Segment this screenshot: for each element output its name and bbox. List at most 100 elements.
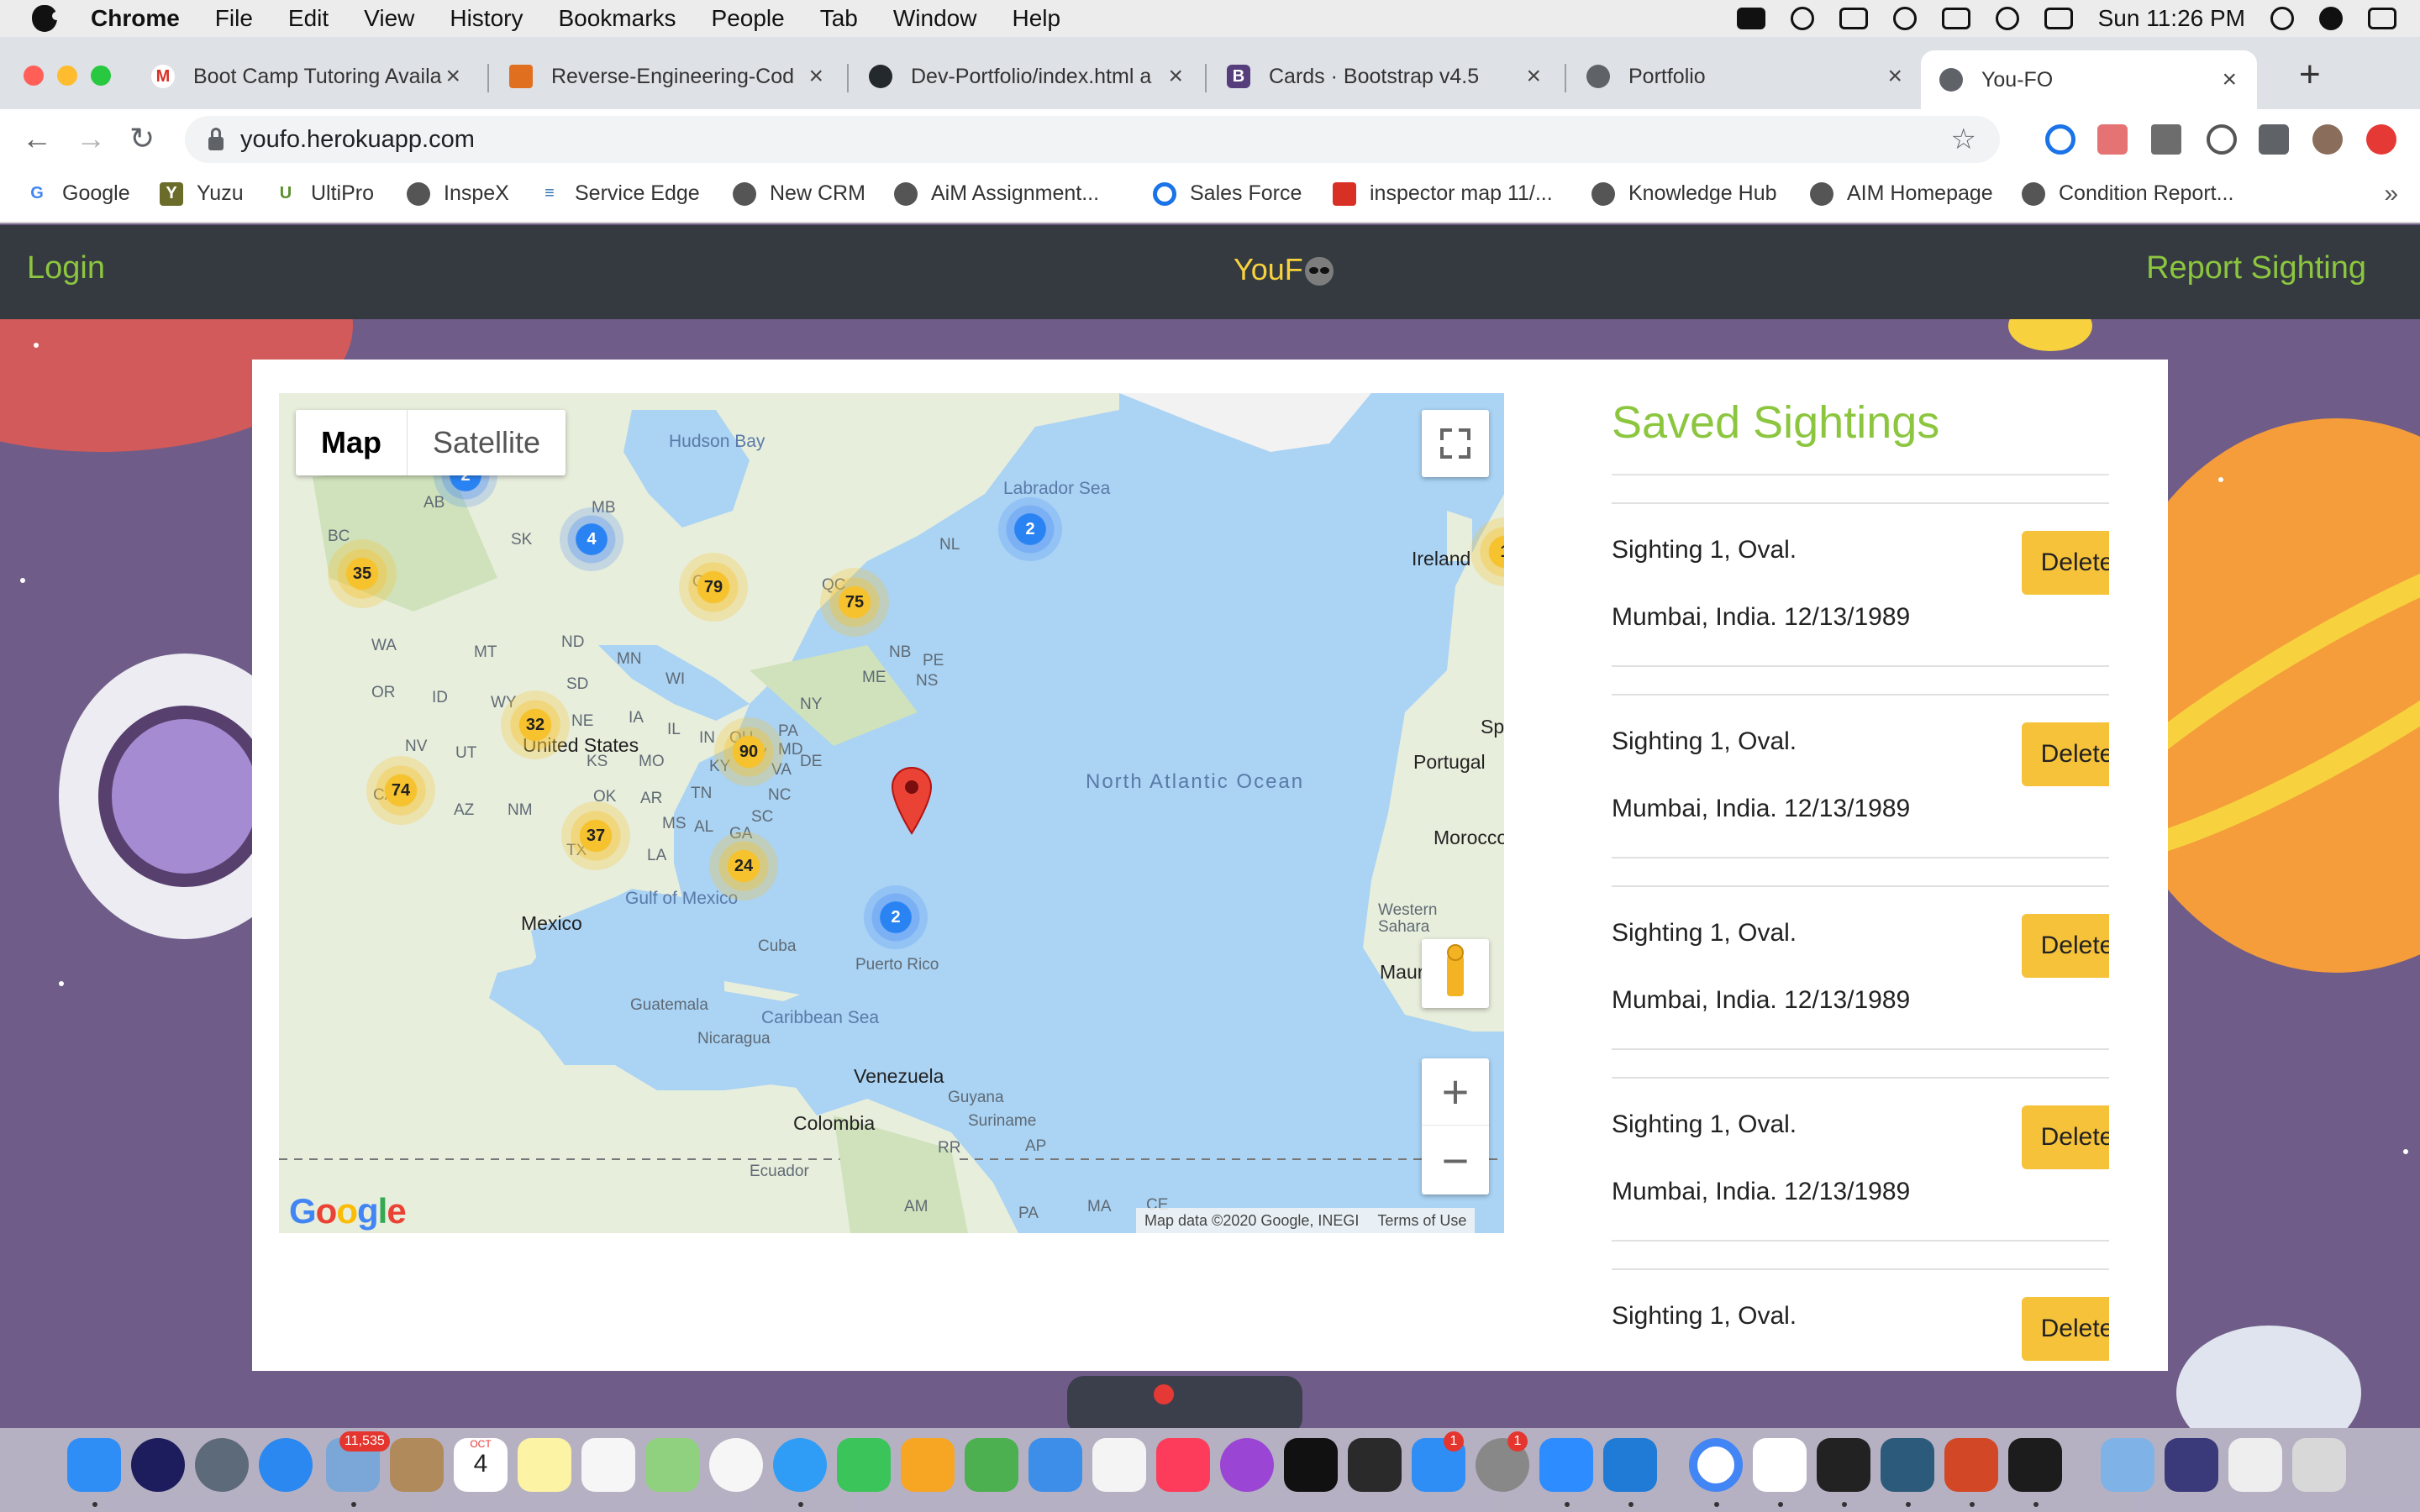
calendar-icon[interactable]: OCT 4: [454, 1438, 508, 1492]
notification-center-icon[interactable]: [2368, 8, 2396, 29]
close-icon[interactable]: ×: [2222, 66, 2237, 94]
map-cluster-marker[interactable]: 35: [328, 539, 397, 608]
downloads-folder-icon[interactable]: [2101, 1438, 2154, 1492]
zoom-out-button[interactable]: −: [1422, 1127, 1489, 1194]
map-cluster-marker[interactable]: 37: [561, 801, 630, 870]
bookmark-knowledge-hub[interactable]: Knowledge Hub: [1591, 181, 1777, 206]
zoom-window-button[interactable]: [91, 66, 111, 86]
map-cluster-marker[interactable]: 2: [864, 885, 928, 949]
delete-button[interactable]: Delete: [2022, 1297, 2109, 1361]
bookmark-inspector-map[interactable]: inspector map 11/...: [1333, 181, 1553, 206]
menu-edit[interactable]: Edit: [288, 5, 329, 32]
numbers-icon[interactable]: [965, 1438, 1018, 1492]
zoom-in-button[interactable]: +: [1422, 1058, 1489, 1126]
extension-help-icon[interactable]: [2151, 124, 2181, 155]
map-cluster-marker[interactable]: 32: [501, 690, 570, 759]
battery-app-icon[interactable]: [1839, 8, 1868, 29]
extension-headphones-icon[interactable]: [2207, 124, 2237, 155]
tab-bootstrap-cards[interactable]: B Cards · Bootstrap v4.5 ×: [1208, 50, 1561, 102]
bookmark-google[interactable]: G Google: [25, 181, 130, 206]
tab-portfolio[interactable]: Portfolio ×: [1568, 50, 1923, 102]
mysql-workbench-icon[interactable]: [1881, 1438, 1934, 1492]
powerpoint-icon[interactable]: [1944, 1438, 1998, 1492]
close-icon[interactable]: ×: [445, 62, 460, 91]
profile-avatar[interactable]: [2312, 124, 2343, 155]
maps-icon[interactable]: [645, 1438, 699, 1492]
map-data-text[interactable]: Map data ©2020 Google, INEGI: [1144, 1212, 1359, 1230]
update-icon[interactable]: [2366, 124, 2396, 155]
map-pin-icon[interactable]: [891, 766, 933, 835]
tab-boot-camp[interactable]: M Boot Camp Tutoring Availa ×: [133, 50, 481, 102]
security-shield-icon[interactable]: [1348, 1438, 1402, 1492]
map-cluster-marker[interactable]: 75: [820, 568, 889, 637]
siri-icon[interactable]: [131, 1438, 185, 1492]
messages-icon[interactable]: [773, 1438, 827, 1492]
finder-icon[interactable]: [67, 1438, 121, 1492]
activity-monitor-icon[interactable]: [2008, 1438, 2062, 1492]
slack-icon[interactable]: [1753, 1438, 1807, 1492]
new-tab-button[interactable]: +: [2299, 54, 2321, 96]
menu-app-name[interactable]: Chrome: [91, 5, 180, 32]
podcasts-icon[interactable]: [1220, 1438, 1274, 1492]
apple-menu-icon[interactable]: [32, 5, 60, 32]
airplay-icon[interactable]: [1941, 8, 1970, 29]
menu-people[interactable]: People: [712, 5, 785, 32]
menu-help[interactable]: Help: [1012, 5, 1060, 32]
menu-clock[interactable]: Sun 11:26 PM: [2098, 5, 2245, 32]
forward-button[interactable]: →: [76, 121, 106, 156]
map-type-satellite-button[interactable]: Satellite: [408, 410, 566, 475]
delete-button[interactable]: Delete: [2022, 914, 2109, 978]
lock-icon[interactable]: [208, 128, 224, 150]
news-icon[interactable]: [1092, 1438, 1146, 1492]
menu-window[interactable]: Window: [893, 5, 977, 32]
bookmark-star-icon[interactable]: ☆: [1951, 123, 1976, 156]
google-logo[interactable]: Google: [289, 1191, 407, 1231]
fullscreen-button[interactable]: [1422, 410, 1489, 477]
terms-of-use-link[interactable]: Terms of Use: [1377, 1212, 1466, 1230]
address-bar[interactable]: youfo.herokuapp.com ☆: [185, 116, 2000, 163]
reminders-icon[interactable]: [581, 1438, 635, 1492]
menu-tab[interactable]: Tab: [820, 5, 858, 32]
wifi-icon[interactable]: [1892, 7, 1917, 30]
delete-button[interactable]: Delete: [2022, 1105, 2109, 1169]
tab-reverse-engineering[interactable]: Reverse-Engineering-Cod ×: [491, 50, 844, 102]
extension-puzzle-icon[interactable]: [2097, 124, 2128, 155]
close-window-button[interactable]: [24, 66, 44, 86]
map-cluster-marker[interactable]: 24: [709, 832, 778, 900]
photos-icon[interactable]: [709, 1438, 763, 1492]
keynote-icon[interactable]: [1028, 1438, 1082, 1492]
map-cluster-marker[interactable]: 90: [714, 717, 783, 786]
report-sighting-link[interactable]: Report Sighting: [2146, 250, 2366, 286]
minimize-window-button[interactable]: [57, 66, 77, 86]
notes-icon[interactable]: [518, 1438, 571, 1492]
sightings-map[interactable]: Hudson Bay Labrador Sea AB MB BC SK ON Q…: [279, 393, 1504, 1233]
close-icon[interactable]: ×: [808, 62, 823, 91]
close-icon[interactable]: ×: [1887, 62, 1902, 91]
close-icon[interactable]: ×: [1526, 62, 1541, 91]
extension-circle-icon[interactable]: [2045, 124, 2075, 155]
menu-view[interactable]: View: [364, 5, 414, 32]
brand-logo[interactable]: YouF: [1234, 252, 1334, 287]
back-button[interactable]: ←: [22, 121, 52, 156]
map-type-map-button[interactable]: Map: [296, 410, 408, 475]
facetime-icon[interactable]: [837, 1438, 891, 1492]
bookmark-yuzu[interactable]: Y Yuzu: [160, 181, 244, 206]
zoom-app-icon[interactable]: [1539, 1438, 1593, 1492]
vscode-icon[interactable]: [1603, 1438, 1657, 1492]
map-cluster-marker[interactable]: 4: [560, 507, 623, 571]
siri-icon[interactable]: [2319, 7, 2343, 30]
safari-icon[interactable]: [259, 1438, 313, 1492]
tab-dev-portfolio[interactable]: Dev-Portfolio/index.html a ×: [850, 50, 1203, 102]
map-cluster-marker[interactable]: 2: [998, 497, 1062, 561]
bookmark-new-crm[interactable]: New CRM: [733, 181, 865, 206]
volume-icon[interactable]: [1995, 7, 2019, 30]
delete-button[interactable]: Delete: [2022, 722, 2109, 786]
menu-file[interactable]: File: [215, 5, 253, 32]
chrome-icon[interactable]: [1689, 1438, 1743, 1492]
map-cluster-marker[interactable]: 74: [366, 756, 435, 825]
url-text[interactable]: youfo.herokuapp.com: [240, 126, 475, 154]
bookmark-inspex[interactable]: InspeX: [407, 181, 509, 206]
bookmark-sales-force[interactable]: Sales Force: [1153, 181, 1302, 206]
document-stack-icon[interactable]: [2228, 1438, 2282, 1492]
menu-bookmarks[interactable]: Bookmarks: [558, 5, 676, 32]
